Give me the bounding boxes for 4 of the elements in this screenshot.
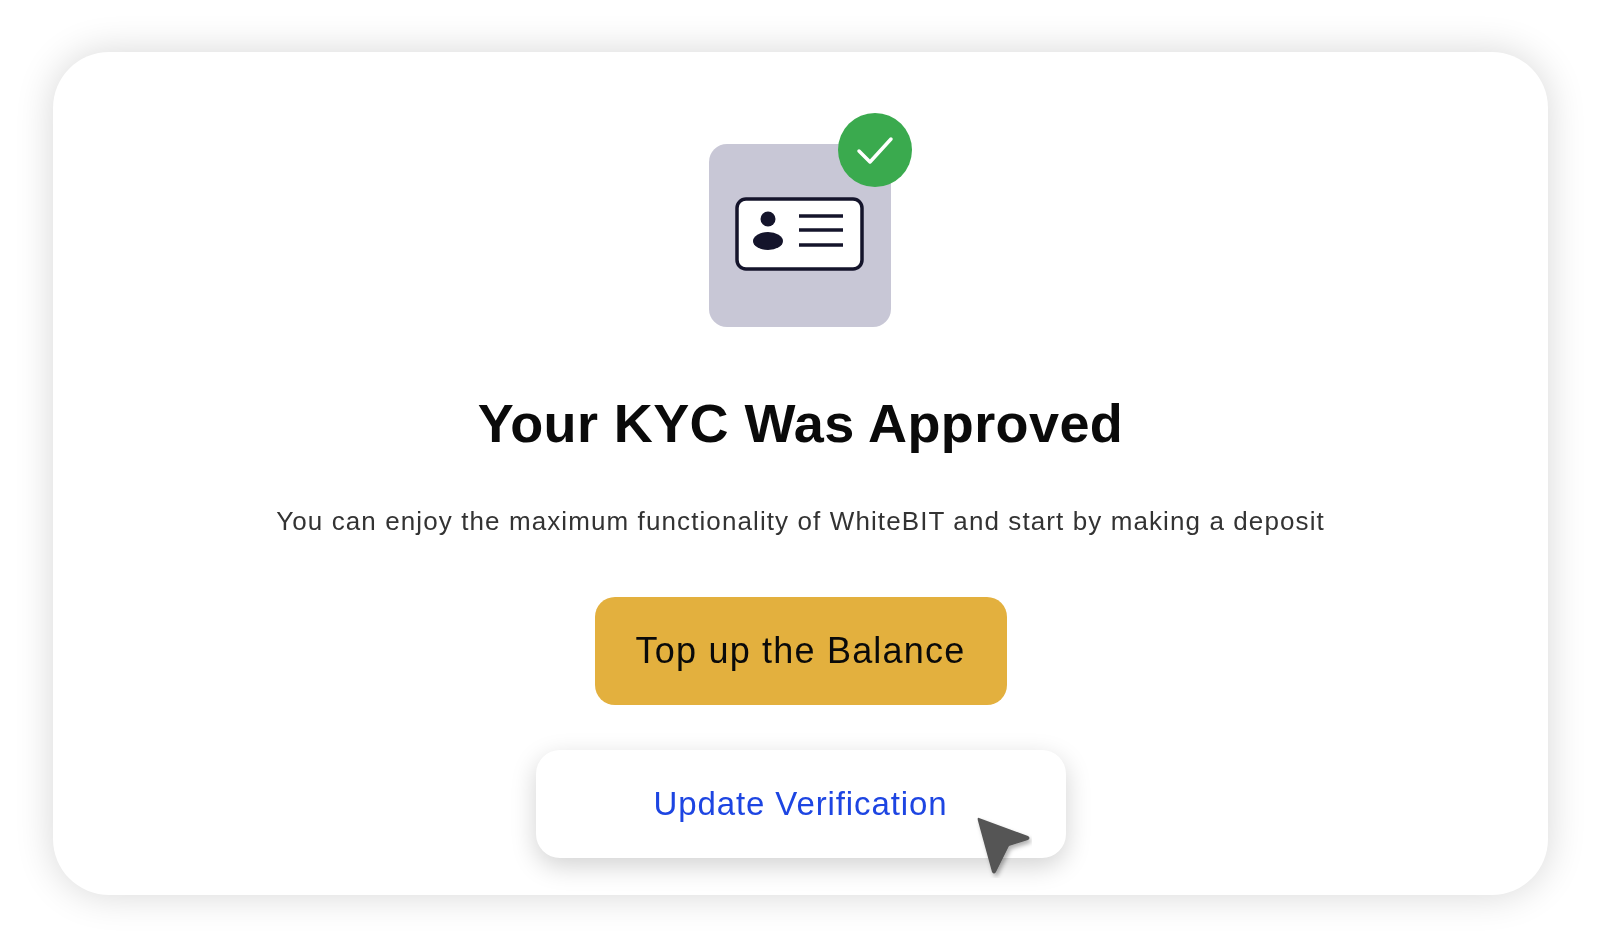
description-text: You can enjoy the maximum functionality of WhiteBIT and start by making a deposit: [276, 506, 1325, 536]
update-verification-button[interactable]: Update Verification: [535, 750, 1066, 858]
dialog-title: Your KYC Was Approved: [477, 392, 1124, 455]
top-up-button[interactable]: Top up the Balance: [594, 597, 1007, 705]
